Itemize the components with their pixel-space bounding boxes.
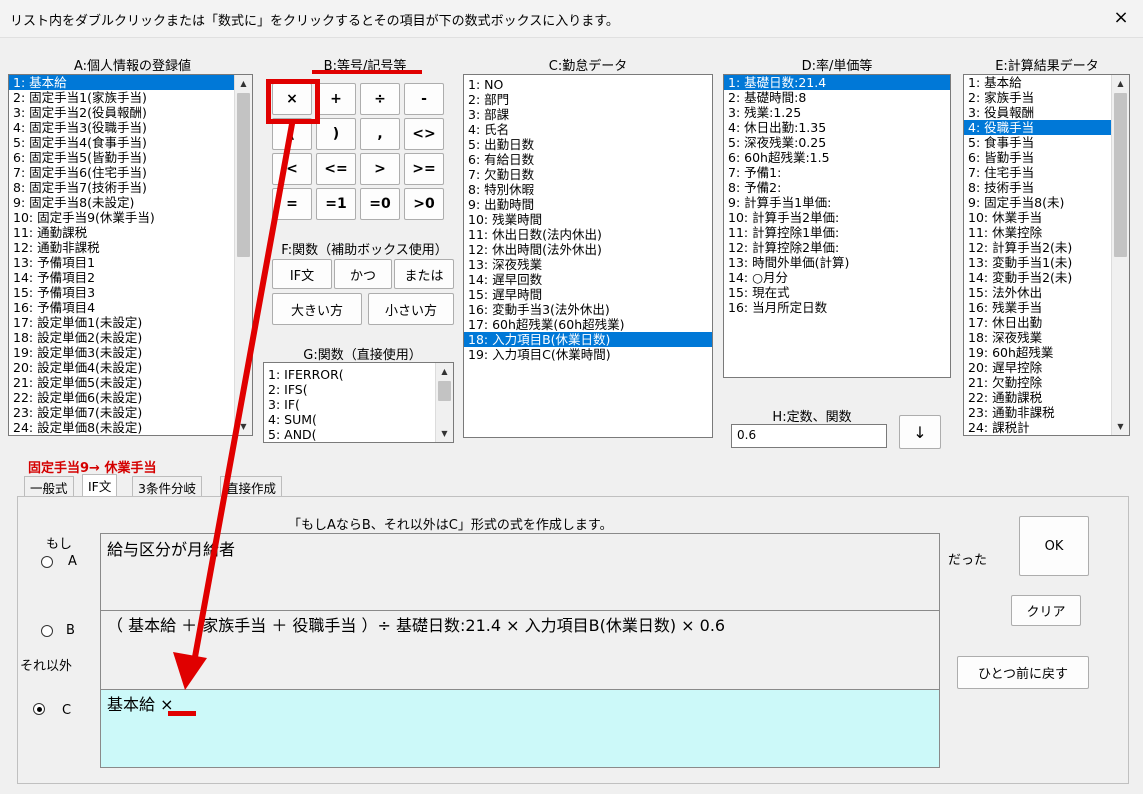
annotation-arrow xyxy=(173,121,295,690)
